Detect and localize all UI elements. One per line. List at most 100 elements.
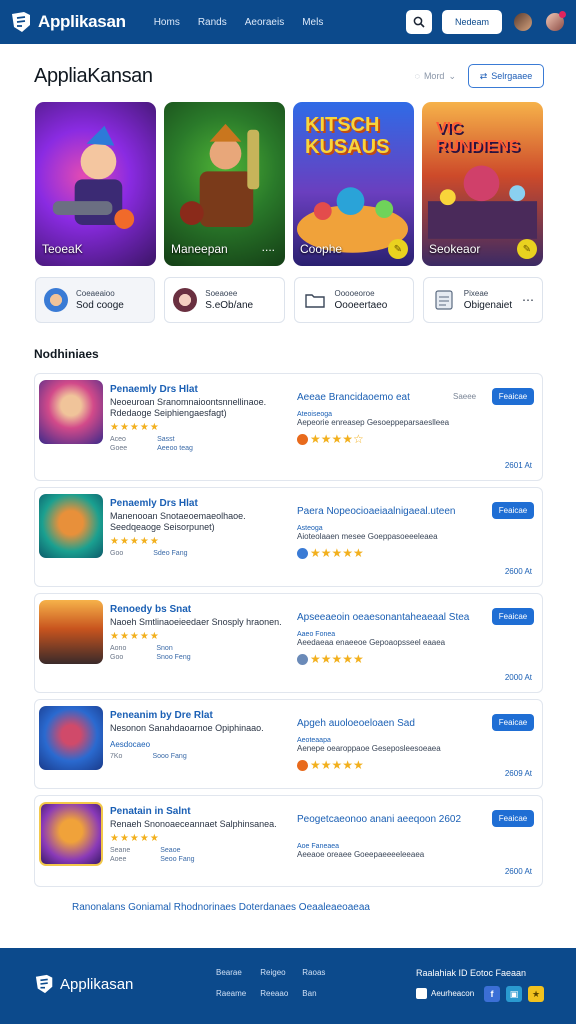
document-icon [435,290,453,310]
app-subtitle: Apgeh auoloeoeloaen Sad [297,718,415,729]
meta-label: Aceo [110,436,126,443]
footer-link[interactable]: Raoas [302,968,325,977]
see-all-link[interactable]: Ranonalans Goniamal Rhodnorinaes Doterda… [72,902,512,913]
app-details: Aioteolaaen mesee Goeppasoeeeleaea [297,532,438,541]
brand-logo-icon [35,974,53,994]
meta-value: Seaoe [160,847,181,854]
featured-card-caption: Coophe [300,242,343,256]
featured-carousel: TeoeaK Maneepan .... KITSCH KUSAUS Cooph… [35,102,543,266]
app-details: Aenepe oearoppaoe Geseposleesoeaea [297,744,441,753]
footer-link[interactable]: Ban [302,989,325,998]
sort-label: Mord [423,71,445,81]
meta-value: Snon [156,645,173,652]
more-dots-icon[interactable]: .... [262,240,275,254]
nav-item-categories[interactable]: Aeoraeis [245,17,284,28]
brand[interactable]: Applikasan [10,11,126,33]
footer-brand[interactable]: Applikasan [34,974,133,994]
star-icon: ★★★★★ [310,546,364,560]
nav-item-more[interactable]: Mels [302,17,323,28]
footer-link[interactable]: Raeame [216,989,246,998]
app-details: Aepeorie enreasep Gesoeppeparsaeslleea [297,418,450,427]
edit-icon[interactable]: ✎ [388,239,408,259]
meta-label: 7Ko [110,753,123,760]
page-header: AppliaKansan ◌ Mord ⌄ ⇄ Selrgaaee [34,62,544,90]
rating-stars: ★★★★★ [110,536,160,547]
app-title[interactable]: Penaemly Drs Hlat [110,384,288,395]
category-label: Ooooeoroe [334,289,375,298]
list-item[interactable]: Peneanim by Dre Rlat Nesonon Sanahdaoarn… [34,699,543,789]
user-avatar[interactable] [512,11,534,33]
app-title[interactable]: Renoedy bs Snat [110,604,288,615]
app-size: 2000 At [504,673,532,682]
featured-art-title: KITSCH KUSAUS [305,114,390,158]
footer-right-title: Raalahiak ID Eotoc Faeaan [416,968,527,978]
app-publisher[interactable]: Aaeo Fonea [297,631,492,638]
secondary-avatar[interactable] [544,11,566,33]
featured-card-caption: TeoeaK [42,242,83,256]
category-card[interactable]: Ooooeoroe Oooeertaeo [293,277,414,323]
filter-button[interactable]: ⇄ Selrgaaee [468,64,544,88]
category-card[interactable]: Coeaeaioo Sod cooge [35,277,156,323]
app-title[interactable]: Peneanim by Dre Rlat [110,710,288,721]
footer-link[interactable]: Reigeo [260,968,288,977]
header-cta-button[interactable]: Nedeam [442,10,502,34]
footer-link[interactable]: Bearae [216,968,246,977]
app-size: 2601 At [504,461,532,470]
footer-brand-name: Applikasan [60,975,134,993]
app-title[interactable]: Penaemly Drs Hlat [110,498,288,509]
list-item[interactable]: Penatain in Salnt Renaeh Snonoaeceannaet… [34,795,543,887]
footer-link[interactable]: Reeaao [260,989,288,998]
featured-card[interactable]: TeoeaK [35,102,156,266]
app-publisher[interactable]: Ateoiseoga [297,411,492,418]
category-card[interactable]: Soeaoee S.eOb/ane [164,277,285,323]
list-item[interactable]: Penaemly Drs Hlat Manenooan Snotaeoemaeo… [34,487,543,587]
nav-item-apps[interactable]: Rands [198,17,227,28]
list-item[interactable]: Penaemly Drs Hlat Neoeuroan Sranomnaioon… [34,373,543,481]
page-tools: ◌ Mord ⌄ ⇄ Selrgaaee [415,64,544,88]
app-description: Nesonon Sanahdaoarnoe Opiphinaao. [110,723,264,733]
category-card[interactable]: Pixeae Obigenaiet ⋯ [422,277,543,323]
more-dots-icon[interactable]: ⋯ [522,293,534,307]
app-thumbnail [39,802,103,866]
nav-item-home[interactable]: Homs [154,17,180,28]
meta-label: Aono [110,645,127,652]
featured-card[interactable]: Maneepan .... [164,102,285,266]
app-thumbnail [39,706,103,770]
meta-label: Goee [110,445,128,452]
app-publisher[interactable]: Asteoga [297,525,492,532]
user-rating: ★★★★★ [297,546,492,560]
featured-card[interactable]: VIC RUNDIENS Seokeaor ✎ [422,102,543,266]
category-avatar-icon [44,288,68,312]
user-rating: ★★★★★ [297,758,492,772]
get-button[interactable]: Feaicae [492,388,534,405]
search-button[interactable] [406,10,432,34]
app-thumbnail [39,494,103,558]
app-details: Aeedaeaa enaeeoe Gepoaopsseel eaaea [297,638,446,647]
meta-label: Seane [110,847,131,854]
meta-value: Sooo Fang [152,753,187,760]
get-button[interactable]: Feaicae [492,608,534,625]
star-icon: ★★★★★ [310,652,364,666]
list-item[interactable]: Renoedy bs Snat Naoeh Smtlinaoeieedaer S… [34,593,543,693]
facebook-icon[interactable]: f [484,986,500,1002]
app-subtitle: Apseeaeoin oeaesonantaheaeaal Stea [297,612,470,623]
footer-links: Bearae Reigeo Raoas Raeame Reeaao Ban [216,968,325,998]
rating-badge-icon [297,653,308,665]
app-description: Naoeh Smtlinaoeieedaer Snosply hraonen. [110,617,282,627]
app-title[interactable]: Penatain in Salnt [110,806,288,817]
sort-dropdown[interactable]: ◌ Mord ⌄ [415,71,456,82]
featured-card[interactable]: KITSCH KUSAUS Coophe ✎ [293,102,414,266]
share-icon[interactable]: ▣ [506,986,522,1002]
get-button[interactable]: Feaicae [492,810,534,827]
app-publisher[interactable]: Aeoteaapa [297,737,492,744]
get-button[interactable]: Feaicae [492,502,534,519]
get-button[interactable]: Feaicae [492,714,534,731]
header-actions: Nedeam [406,10,566,34]
meta-label: Aoee [110,856,127,863]
store-badge[interactable]: Aeurheacon [416,988,474,999]
edit-icon[interactable]: ✎ [517,239,537,259]
app-publisher[interactable]: Aoe Faneaea [297,843,492,850]
star-badge-icon[interactable]: ★ [528,986,544,1002]
main-nav: Homs Rands Aeoraeis Mels [154,17,324,28]
rating-stars: ★★★★★ [110,833,160,844]
